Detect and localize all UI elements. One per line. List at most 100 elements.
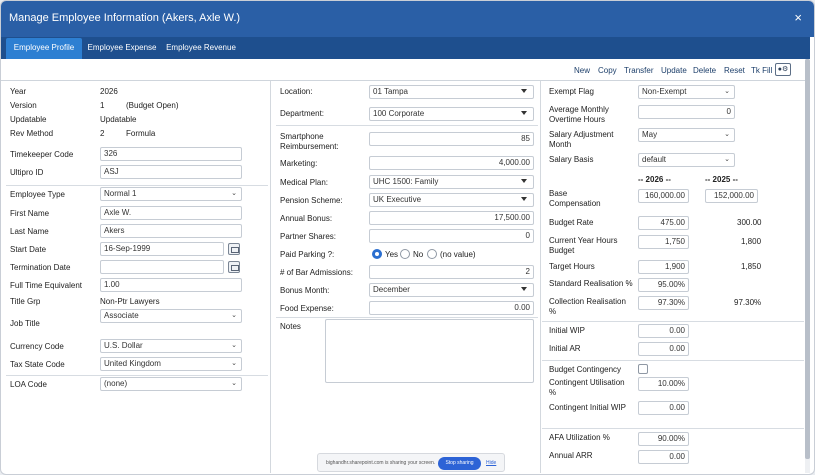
initial-ar-field[interactable]: 0.00	[638, 342, 689, 356]
bar-admissions-label: # of Bar Admissions:	[280, 268, 353, 277]
section-divider	[542, 428, 804, 429]
partner-shares-field[interactable]: 0	[369, 229, 534, 243]
medical-plan-select[interactable]: UHC 1500: Family	[369, 175, 534, 189]
title-grp-value: Non-Ptr Lawyers	[100, 297, 160, 306]
smartphone-field[interactable]: 85	[369, 132, 534, 146]
calendar-icon[interactable]	[228, 243, 240, 255]
vertical-scrollbar[interactable]	[805, 59, 810, 473]
employee-type-select[interactable]: Normal 1 ⌄	[100, 187, 242, 201]
parking-none-radio[interactable]	[427, 249, 437, 259]
chevron-down-icon: ⌄	[724, 131, 730, 138]
year-2025-header: -- 2025 --	[705, 175, 738, 184]
current-year-hours-2026[interactable]: 1,750	[638, 235, 689, 249]
standard-realisation-field[interactable]: 95.00%	[638, 278, 689, 292]
job-title-select[interactable]: Associate ⌄	[100, 309, 242, 323]
tab-bar: Employee Profile Employee Expense Employ…	[1, 37, 810, 59]
version-status: (Budget Open)	[126, 101, 179, 110]
chevron-down-icon: ⌄	[724, 156, 730, 163]
location-select[interactable]: 01 Tampa	[369, 85, 534, 99]
benefits-column: Location: 01 Tampa Department: 100 Corpo…	[273, 81, 541, 473]
salary-adjustment-select[interactable]: May ⌄	[638, 128, 735, 142]
afa-utilization-label: AFA Utilization %	[549, 433, 610, 442]
caret-down-icon	[521, 111, 527, 115]
tab-employee-revenue[interactable]: Employee Revenue	[163, 38, 239, 59]
hide-link[interactable]: Hide	[486, 460, 496, 466]
base-compensation-2025[interactable]: 152,000.00	[705, 189, 758, 203]
notes-label: Notes	[280, 322, 301, 331]
bar-admissions-field[interactable]: 2	[369, 265, 534, 279]
budget-rate-2026[interactable]: 475.00	[638, 216, 689, 230]
new-button[interactable]: New	[574, 66, 590, 75]
start-date-field[interactable]: 16-Sep-1999	[100, 242, 224, 256]
stop-sharing-button[interactable]: Stop sharing	[438, 457, 481, 470]
marketing-field[interactable]: 4,000.00	[369, 156, 534, 170]
tab-employee-expense[interactable]: Employee Expense	[85, 38, 159, 59]
notes-textarea[interactable]	[325, 319, 534, 383]
current-year-hours-label: Current Year Hours Budget	[549, 236, 618, 255]
fte-field[interactable]: 1.00	[100, 278, 242, 292]
annual-arr-field[interactable]: 0.00	[638, 450, 689, 464]
caret-down-icon	[521, 287, 527, 291]
bonus-month-select[interactable]: December	[369, 283, 534, 297]
food-expense-field[interactable]: 0.00	[369, 301, 534, 315]
chevron-down-icon: ⌄	[231, 342, 237, 349]
contingent-initial-wip-field[interactable]: 0.00	[638, 401, 689, 415]
calendar-icon[interactable]	[228, 261, 240, 273]
currency-select[interactable]: U.S. Dollar ⌄	[100, 339, 242, 353]
loa-code-label: LOA Code	[10, 380, 47, 389]
timekeeper-label: Timekeeper Code	[10, 150, 74, 159]
employee-dialog: Manage Employee Information (Akers, Axle…	[0, 0, 815, 475]
parking-none-label: (no value)	[440, 250, 476, 259]
close-icon[interactable]: ×	[794, 10, 802, 25]
tab-employee-profile[interactable]: Employee Profile	[6, 38, 82, 59]
termination-date-field[interactable]	[100, 260, 224, 274]
target-hours-2026[interactable]: 1,900	[638, 260, 689, 274]
timekeeper-field[interactable]: 326	[100, 147, 242, 161]
user-settings-icon[interactable]: ●⚙	[775, 63, 791, 76]
rev-method-text: Formula	[126, 129, 156, 138]
department-select[interactable]: 100 Corporate	[369, 107, 534, 121]
salary-adjustment-label: Salary Adjustment Month	[549, 130, 614, 149]
food-expense-label: Food Expense:	[280, 304, 334, 313]
ultipro-field[interactable]: ASJ	[100, 165, 242, 179]
tax-state-select[interactable]: United Kingdom ⌄	[100, 357, 242, 371]
annual-bonus-label: Annual Bonus:	[280, 214, 333, 223]
scrollbar-thumb[interactable]	[805, 59, 810, 459]
updatable-label: Updatable	[10, 115, 47, 124]
pension-label: Pension Scheme:	[280, 196, 343, 205]
year-label: Year	[10, 87, 27, 96]
loa-code-select[interactable]: (none) ⌄	[100, 377, 242, 391]
parking-yes-radio[interactable]	[372, 249, 382, 259]
base-compensation-2026[interactable]: 160,000.00	[638, 189, 689, 203]
base-compensation-label: Base Compensation	[549, 189, 601, 208]
afa-utilization-field[interactable]: 90.00%	[638, 432, 689, 446]
exempt-flag-select[interactable]: Non-Exempt ⌄	[638, 85, 735, 99]
start-date-label: Start Date	[10, 245, 47, 254]
partner-shares-label: Partner Shares:	[280, 232, 337, 241]
reset-button[interactable]: Reset	[724, 66, 745, 75]
overtime-field[interactable]: 0	[638, 105, 735, 119]
copy-button[interactable]: Copy	[598, 66, 617, 75]
year-2026-header: -- 2026 --	[638, 175, 671, 184]
pension-select[interactable]: UK Executive	[369, 193, 534, 207]
section-divider	[6, 185, 268, 186]
annual-bonus-field[interactable]: 17,500.00	[369, 211, 534, 225]
parking-no-radio[interactable]	[400, 249, 410, 259]
medical-plan-value: UHC 1500: Family	[373, 177, 439, 186]
chevron-down-icon: ⌄	[231, 312, 237, 319]
salary-basis-label: Salary Basis	[549, 155, 594, 164]
first-name-field[interactable]: Axle W.	[100, 206, 242, 220]
update-button[interactable]: Update	[661, 66, 687, 75]
parking-yes-label: Yes	[385, 250, 399, 259]
initial-ar-label: Initial AR	[549, 344, 581, 353]
tk-fill-button[interactable]: Tk Fill	[751, 66, 772, 75]
collection-realisation-2026[interactable]: 97.30%	[638, 296, 689, 310]
last-name-field[interactable]: Akers	[100, 224, 242, 238]
transfer-button[interactable]: Transfer	[624, 66, 654, 75]
salary-basis-select[interactable]: default ⌄	[638, 153, 735, 167]
delete-button[interactable]: Delete	[693, 66, 716, 75]
initial-wip-field[interactable]: 0.00	[638, 324, 689, 338]
chevron-down-icon: ⌄	[724, 88, 730, 95]
budget-contingency-checkbox[interactable]	[638, 364, 648, 374]
contingent-utilisation-field[interactable]: 10.00%	[638, 377, 689, 391]
